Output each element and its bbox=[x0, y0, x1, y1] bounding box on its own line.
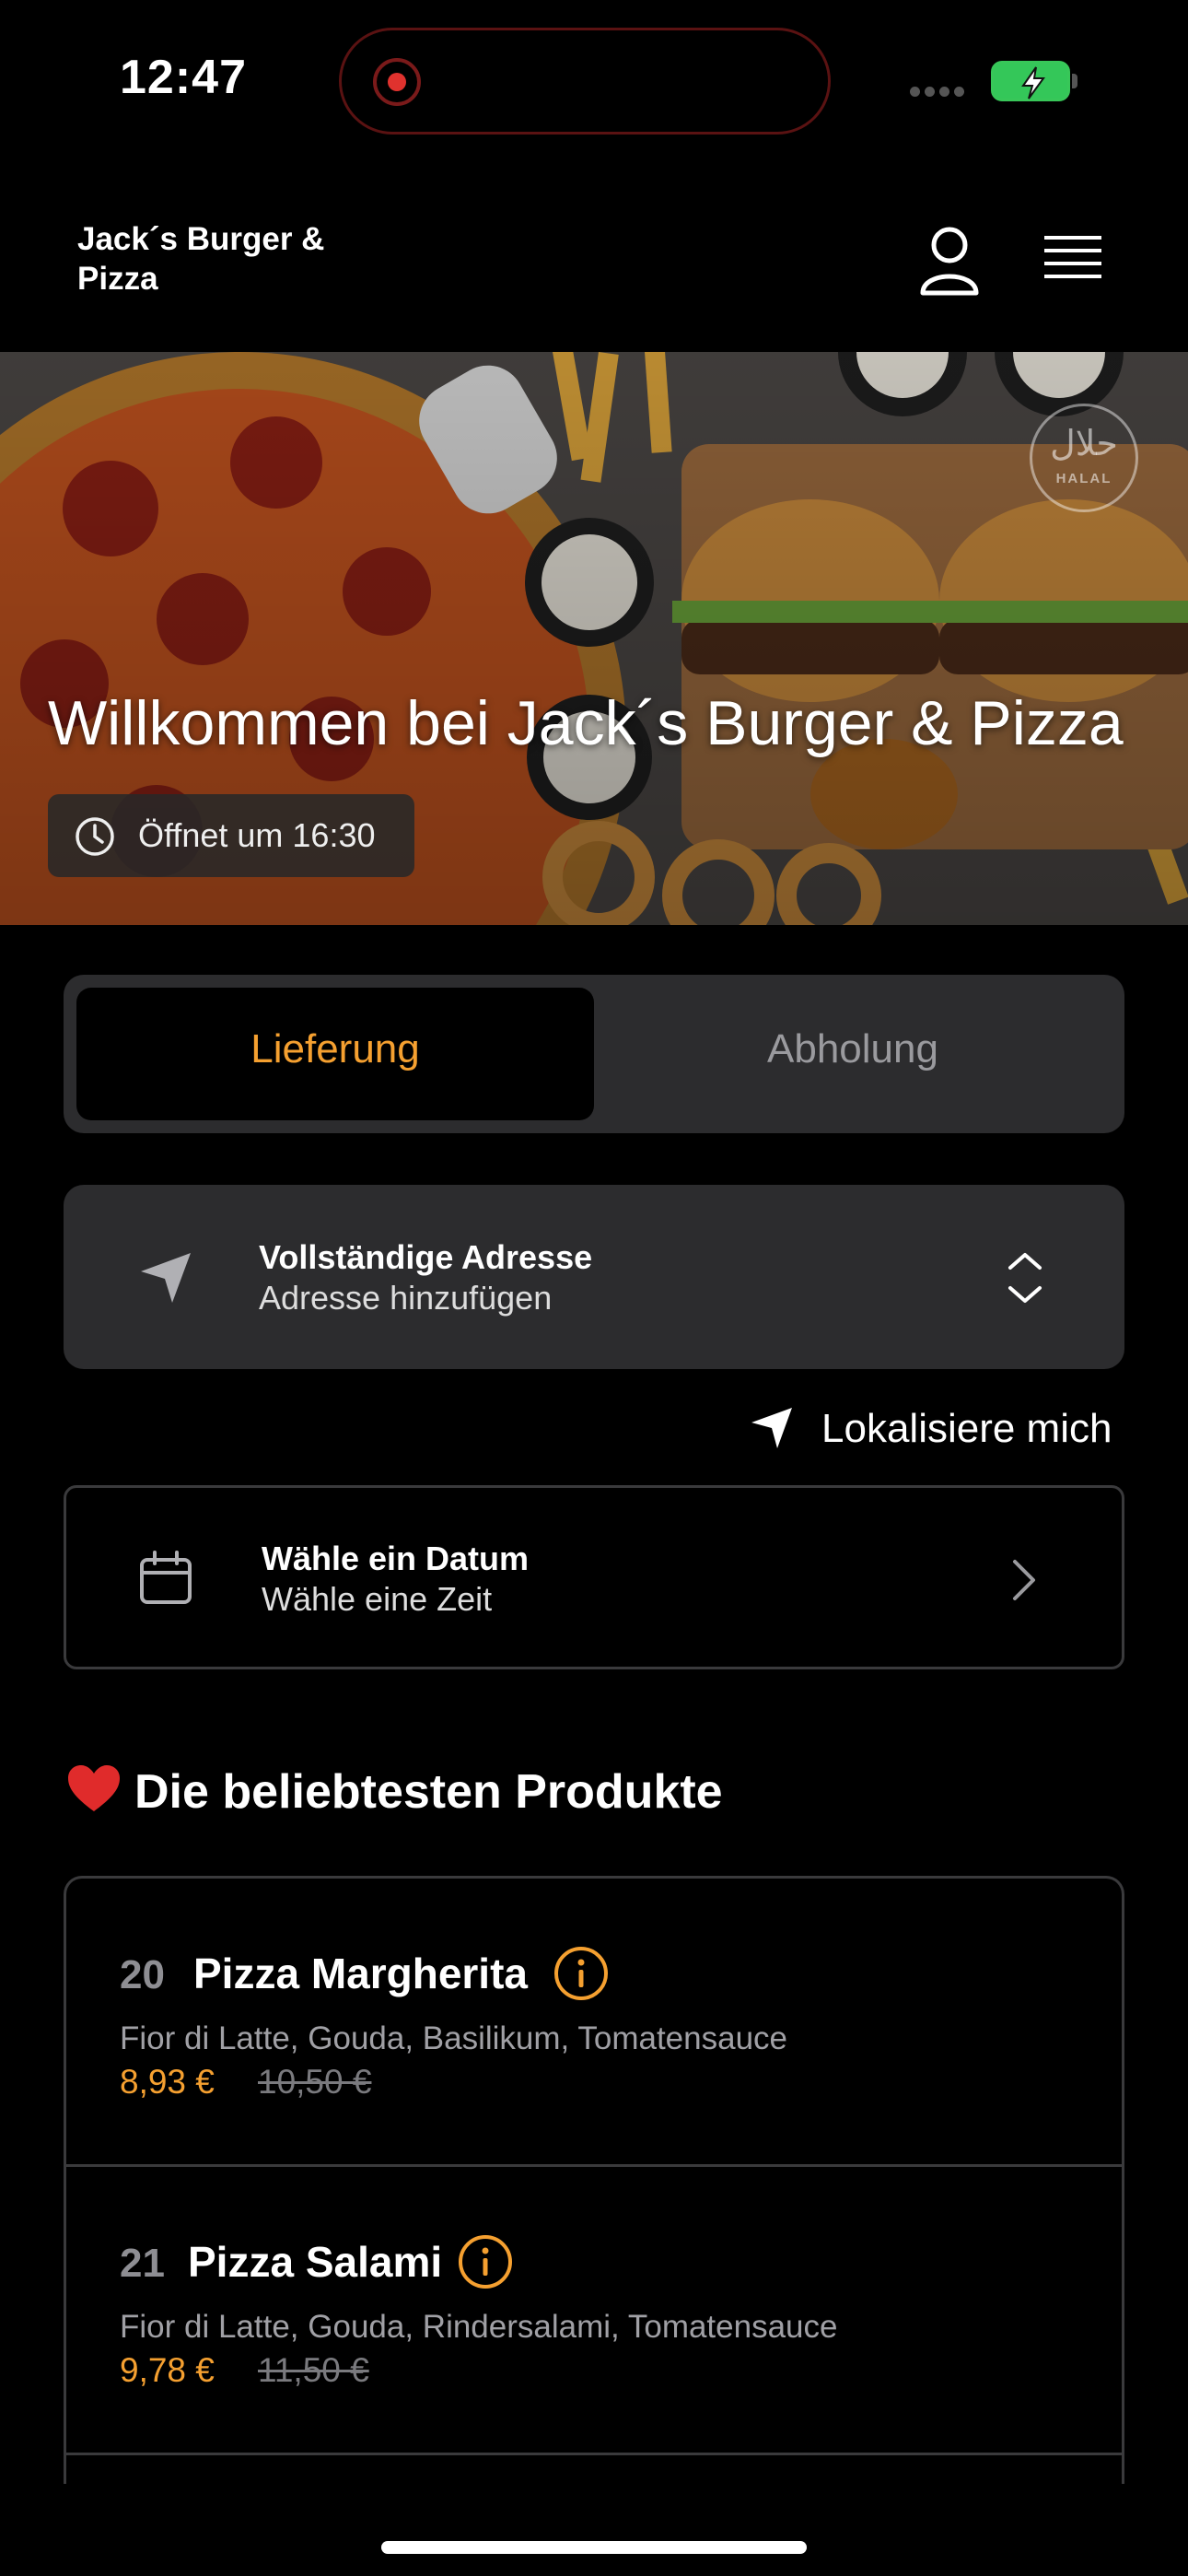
address-selector[interactable]: Vollständige Adresse Adresse hinzufügen bbox=[64, 1185, 1124, 1369]
product-price: 9,78 € bbox=[120, 2351, 215, 2389]
halal-badge: حلال HALAL bbox=[1030, 404, 1138, 512]
status-bar: 12:47 bbox=[0, 0, 1188, 166]
product-name: Pizza Margherita bbox=[193, 1950, 528, 1997]
product-number: 20 bbox=[120, 1952, 165, 1997]
calendar-icon bbox=[140, 1551, 192, 1604]
tab-delivery[interactable]: Lieferung bbox=[76, 1026, 594, 1072]
product-description: Fior di Latte, Gouda, Basilikum, Tomaten… bbox=[120, 2020, 788, 2056]
date-subtitle: Wähle eine Zeit bbox=[262, 1580, 493, 1618]
status-time: 12:47 bbox=[120, 51, 247, 104]
chevron-right-icon bbox=[1013, 1560, 1035, 1600]
info-icon[interactable] bbox=[457, 2233, 514, 2290]
tab-pickup[interactable]: Abholung bbox=[594, 1026, 1112, 1072]
location-arrow-icon bbox=[751, 1408, 792, 1448]
date-title: Wähle ein Datum bbox=[262, 1540, 530, 1577]
locate-me-label: Lokalisiere mich bbox=[821, 1406, 1112, 1451]
date-time-selector[interactable]: Wähle ein Datum Wähle eine Zeit bbox=[64, 1485, 1124, 1669]
app-header: Jack´s Burger & Pizza bbox=[0, 166, 1188, 352]
product-list: 20 Pizza Margherita Fior di Latte, Gouda… bbox=[64, 1876, 1124, 2484]
battery-icon bbox=[991, 61, 1070, 101]
signal-icon bbox=[910, 85, 969, 97]
opening-time-text: Öffnet um 16:30 bbox=[138, 816, 376, 854]
user-icon[interactable] bbox=[917, 225, 982, 299]
brand-name[interactable]: Jack´s Burger & Pizza bbox=[77, 219, 409, 299]
hamburger-menu-icon[interactable] bbox=[1041, 230, 1105, 289]
halal-text: HALAL bbox=[1055, 471, 1112, 486]
address-title: Vollständige Adresse bbox=[259, 1238, 593, 1276]
recording-indicator-icon bbox=[373, 58, 421, 106]
popular-section-title: Die beliebtesten Produkte bbox=[66, 1763, 1079, 1820]
info-icon[interactable] bbox=[553, 1945, 610, 2002]
halal-arabic-text: حلال bbox=[1050, 423, 1118, 463]
hero-title: Willkommen bei Jack´s Burger & Pizza bbox=[48, 688, 1124, 758]
product-old-price: 11,50 € bbox=[258, 2351, 369, 2389]
product-item[interactable]: 21 Pizza Salami Fior di Latte, Gouda, Ri… bbox=[66, 2167, 1122, 2455]
clock-icon bbox=[76, 817, 114, 856]
product-item[interactable]: 20 Pizza Margherita Fior di Latte, Gouda… bbox=[66, 1879, 1122, 2167]
product-description: Fior di Latte, Gouda, Rindersalami, Toma… bbox=[120, 2309, 838, 2345]
battery-tip bbox=[1072, 74, 1077, 88]
popular-section-label: Die beliebtesten Produkte bbox=[134, 1765, 723, 1819]
home-indicator[interactable] bbox=[381, 2541, 807, 2554]
product-name: Pizza Salami bbox=[188, 2238, 443, 2286]
dynamic-island bbox=[339, 28, 831, 135]
product-price: 8,93 € bbox=[120, 2063, 215, 2101]
product-old-price: 10,50 € bbox=[258, 2063, 372, 2101]
address-subtitle: Adresse hinzufügen bbox=[259, 1279, 553, 1317]
opening-time-badge: Öffnet um 16:30 bbox=[48, 794, 414, 877]
hero-banner: حلال HALAL Willkommen bei Jack´s Burger … bbox=[0, 352, 1188, 925]
heart-icon bbox=[68, 1765, 120, 1811]
locate-me-button[interactable]: Lokalisiere mich bbox=[748, 1399, 1135, 1459]
product-number: 21 bbox=[120, 2241, 165, 2286]
location-arrow-icon bbox=[141, 1253, 191, 1303]
order-mode-toggle: Lieferung Abholung bbox=[64, 975, 1124, 1133]
chevron-up-down-icon bbox=[1008, 1253, 1042, 1303]
